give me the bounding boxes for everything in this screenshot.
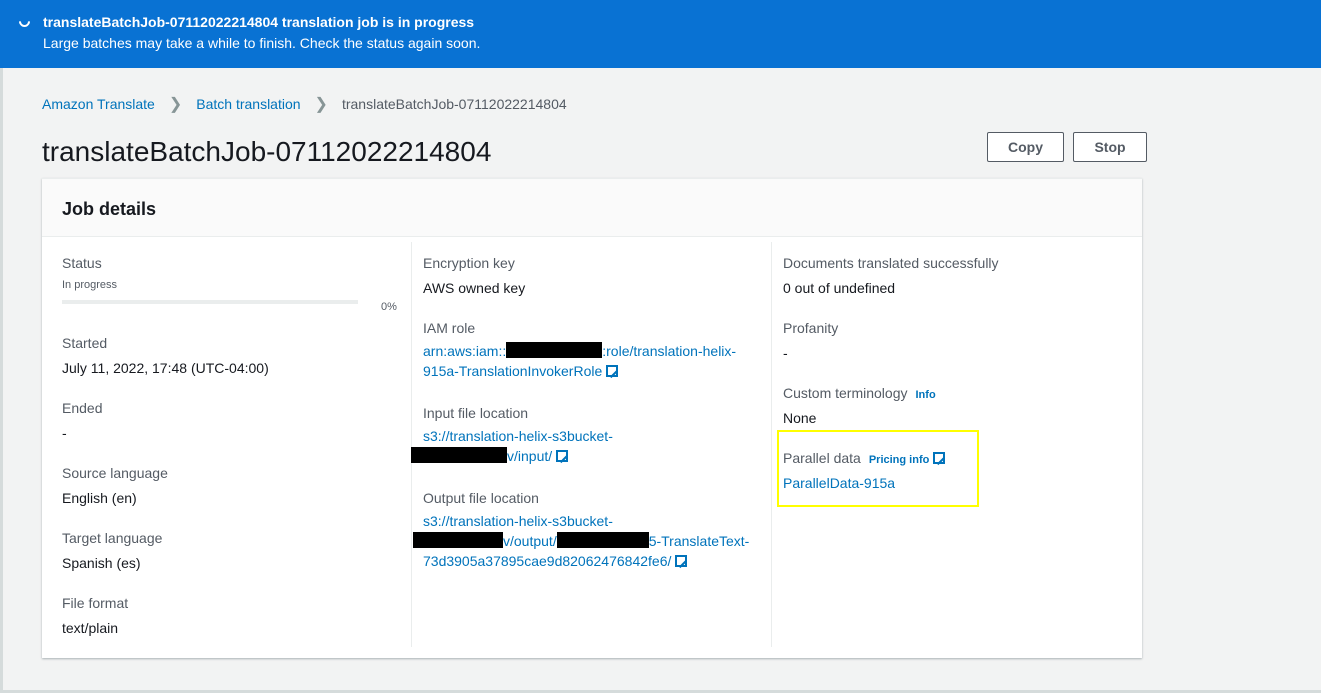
highlight-box (777, 430, 979, 507)
flash-notification: translateBatchJob-07112022214804 transla… (0, 0, 1321, 68)
file-format-field: File format text/plain (62, 595, 128, 636)
ended-label: Ended (62, 400, 103, 416)
file-format-label: File format (62, 595, 129, 611)
target-language-field: Target language Spanish (es) (62, 530, 162, 571)
source-language-value: English (en) (62, 490, 137, 506)
output-file-location-field: Output file location s3://translation-he… (413, 490, 770, 571)
custom-terminology-label-row: Custom terminology Info (783, 385, 936, 401)
progress-percent: 0% (381, 301, 397, 313)
notification-message: Large batches may take a while to finish… (43, 35, 481, 51)
output-file-location-link[interactable]: s3://translation-helix-s3bucket-v/output… (413, 511, 770, 571)
chevron-right-icon: ❯ (168, 96, 183, 113)
redacted-block (556, 532, 649, 548)
custom-terminology-label: Custom terminology (783, 385, 908, 401)
chevron-right-icon: ❯ (314, 96, 328, 113)
breadcrumb-amazon-translate[interactable]: Amazon Translate (42, 96, 155, 112)
target-language-label: Target language (62, 530, 163, 546)
file-format-value: text/plain (62, 620, 119, 636)
breadcrumb-current: translateBatchJob-07112022214804 (341, 96, 567, 112)
redacted-block (506, 342, 603, 358)
external-link-icon (606, 364, 620, 379)
input-file-location-link[interactable]: s3://translation-helix-s3bucket-v/input/ (411, 426, 768, 466)
output-location-text-4: 73d3905a37895cae9d82062476842fe6/ (423, 553, 672, 569)
documents-translated-field: Documents translated successfully 0 out … (783, 255, 999, 296)
input-file-location-field: Input file location s3://translation-hel… (411, 405, 768, 466)
details-column-2: Encryption key AWS owned key IAM role ar… (411, 242, 771, 647)
loading-spinner-icon (16, 13, 33, 30)
input-file-location-label: Input file location (423, 405, 529, 421)
input-location-text-2: v/input/ (507, 448, 553, 464)
external-link-icon (556, 449, 570, 464)
source-language-label: Source language (62, 465, 168, 481)
started-label: Started (62, 335, 108, 351)
job-details-card: Job details Status In progress 0% Starte… (42, 178, 1142, 658)
stop-button[interactable]: Stop (1073, 132, 1147, 162)
profanity-field: Profanity - (783, 320, 838, 361)
encryption-key-field: Encryption key AWS owned key (423, 255, 525, 296)
output-file-location-label: Output file location (423, 490, 539, 506)
custom-terminology-field: Custom terminology Info None (783, 385, 936, 426)
started-value: July 11, 2022, 17:48 (UTC-04:00) (62, 360, 269, 376)
iam-role-text-1: arn:aws:iam:: (423, 343, 507, 359)
status-field: Status In progress 0% (62, 255, 402, 313)
output-location-text-2: v/output/ (503, 533, 557, 549)
encryption-key-label: Encryption key (423, 255, 515, 271)
iam-role-text-3: 915a-TranslationInvokerRole (423, 363, 603, 379)
source-language-field: Source language English (en) (62, 465, 168, 506)
page-title: translateBatchJob-07112022214804 (42, 136, 492, 167)
details-column-1: Status In progress 0% Started July 11, 2… (62, 242, 412, 647)
redacted-block (413, 532, 503, 548)
custom-terminology-value: None (783, 410, 817, 426)
profanity-label: Profanity (783, 320, 839, 336)
status-value: In progress (62, 279, 118, 291)
iam-role-label: IAM role (423, 320, 476, 336)
encryption-key-value: AWS owned key (423, 280, 526, 296)
ended-field: Ended - (62, 400, 102, 441)
input-location-text-1: s3://translation-helix-s3bucket- (423, 428, 613, 444)
iam-role-text-2: :role/translation-helix- (602, 343, 737, 359)
iam-role-link[interactable]: arn:aws:iam:::role/translation-helix-915… (423, 341, 768, 381)
ended-value: - (62, 425, 67, 441)
status-label: Status (62, 255, 102, 271)
copy-button[interactable]: Copy (987, 132, 1064, 162)
redacted-block (411, 447, 507, 463)
output-location-text-3: 5-TranslateText- (648, 533, 750, 549)
left-edge (0, 68, 3, 693)
started-field: Started July 11, 2022, 17:48 (UTC-04:00) (62, 335, 269, 376)
iam-role-field: IAM role arn:aws:iam:::role/translation-… (423, 320, 768, 381)
breadcrumb: Amazon Translate ❯ Batch translation ❯ t… (42, 94, 567, 114)
terminology-info-link[interactable]: Info (916, 389, 936, 401)
card-title: Job details (42, 179, 1142, 237)
notification-title: translateBatchJob-07112022214804 transla… (43, 14, 475, 30)
target-language-value: Spanish (es) (62, 555, 141, 571)
external-link-icon (675, 554, 689, 569)
breadcrumb-batch-translation[interactable]: Batch translation (196, 96, 300, 112)
profanity-value: - (783, 345, 788, 361)
documents-translated-label: Documents translated successfully (783, 255, 999, 271)
documents-translated-value: 0 out of undefined (783, 280, 896, 296)
output-location-text-1: s3://translation-helix-s3bucket- (423, 513, 613, 529)
progress-bar (62, 300, 358, 304)
